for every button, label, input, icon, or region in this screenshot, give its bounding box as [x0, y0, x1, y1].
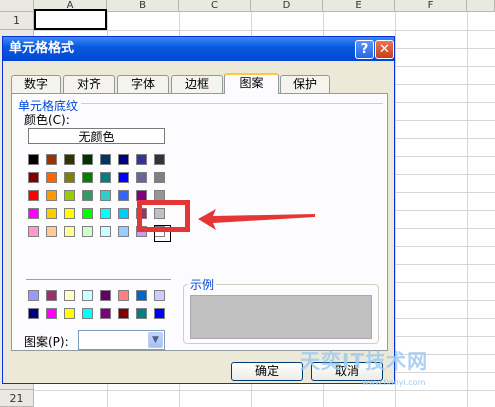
- chart-color-swatch[interactable]: [82, 308, 93, 319]
- color-swatch[interactable]: [64, 226, 75, 237]
- chart-color-swatch[interactable]: [46, 308, 57, 319]
- tab-alignment[interactable]: 对齐: [63, 75, 115, 93]
- chart-color-swatch[interactable]: [154, 308, 165, 319]
- tab-border[interactable]: 边框: [171, 75, 223, 93]
- chart-color-swatch[interactable]: [64, 290, 75, 301]
- chart-color-swatch[interactable]: [118, 308, 129, 319]
- color-swatch[interactable]: [28, 226, 39, 237]
- pattern-label: 图案(P):: [24, 335, 69, 349]
- column-header-c[interactable]: C: [179, 0, 251, 12]
- dialog-title: 单元格格式: [9, 41, 75, 56]
- red-arrow-annotation: [198, 209, 315, 230]
- sample-group: [183, 284, 379, 344]
- color-label: 颜色(C):: [24, 113, 70, 127]
- tab-patterns[interactable]: 图案: [224, 73, 279, 94]
- chart-color-swatch[interactable]: [28, 290, 39, 301]
- chart-color-swatch[interactable]: [154, 290, 165, 301]
- color-swatch[interactable]: [118, 154, 129, 165]
- tab-number[interactable]: 数字: [11, 75, 61, 93]
- color-swatch[interactable]: [28, 190, 39, 201]
- selected-color-highlight-box: [137, 200, 190, 232]
- color-swatch[interactable]: [136, 154, 147, 165]
- watermark-text: 天奕IT技术网: [300, 349, 429, 373]
- chart-color-swatch[interactable]: [64, 308, 75, 319]
- close-button[interactable]: ✕: [375, 40, 394, 59]
- chevron-down-icon[interactable]: ▼: [148, 332, 163, 348]
- color-swatch[interactable]: [100, 208, 111, 219]
- column-header-f[interactable]: F: [395, 0, 467, 12]
- color-swatch[interactable]: [64, 172, 75, 183]
- column-header-d[interactable]: D: [251, 0, 323, 12]
- color-swatch[interactable]: [82, 226, 93, 237]
- color-swatch[interactable]: [100, 172, 111, 183]
- color-swatch[interactable]: [64, 190, 75, 201]
- color-swatch[interactable]: [118, 208, 129, 219]
- chart-color-swatch[interactable]: [118, 290, 129, 301]
- chart-color-swatch[interactable]: [46, 290, 57, 301]
- pattern-dropdown[interactable]: ▼: [78, 330, 165, 350]
- chart-color-swatch[interactable]: [100, 308, 111, 319]
- color-swatch[interactable]: [118, 226, 129, 237]
- color-swatch[interactable]: [28, 154, 39, 165]
- chart-color-swatch[interactable]: [136, 290, 147, 301]
- color-swatch[interactable]: [154, 172, 165, 183]
- color-swatch[interactable]: [46, 172, 57, 183]
- dialog-title-bar[interactable]: 单元格格式: [3, 37, 394, 61]
- color-swatch[interactable]: [136, 172, 147, 183]
- color-swatch[interactable]: [82, 172, 93, 183]
- color-swatch[interactable]: [64, 154, 75, 165]
- column-header-partial[interactable]: [467, 0, 495, 12]
- color-swatch[interactable]: [100, 154, 111, 165]
- tab-font[interactable]: 字体: [117, 75, 169, 93]
- sample-preview: [190, 295, 372, 339]
- tab-protection[interactable]: 保护: [280, 75, 330, 93]
- column-header-b[interactable]: B: [107, 0, 179, 12]
- grid-line: [34, 30, 495, 31]
- color-swatch[interactable]: [28, 172, 39, 183]
- select-all-corner[interactable]: [0, 0, 34, 12]
- color-swatch[interactable]: [46, 208, 57, 219]
- chart-color-swatch[interactable]: [28, 308, 39, 319]
- color-swatch[interactable]: [46, 190, 57, 201]
- chart-color-swatch[interactable]: [100, 290, 111, 301]
- chart-color-swatch[interactable]: [82, 290, 93, 301]
- no-color-button[interactable]: 无颜色: [28, 128, 165, 144]
- palette-separator: [26, 279, 171, 280]
- color-swatch[interactable]: [46, 226, 57, 237]
- help-button[interactable]: ?: [355, 40, 374, 59]
- row-header-1[interactable]: 1: [0, 12, 34, 30]
- red-arrow-shape: [198, 209, 315, 230]
- grid-line: [34, 390, 495, 391]
- color-swatch[interactable]: [46, 154, 57, 165]
- color-swatch[interactable]: [100, 226, 111, 237]
- color-swatch[interactable]: [118, 190, 129, 201]
- watermark-subtext: www.tianyi.com: [362, 378, 426, 387]
- color-swatch[interactable]: [82, 190, 93, 201]
- row-header-21[interactable]: 21: [0, 390, 34, 407]
- color-swatch[interactable]: [82, 154, 93, 165]
- color-swatch[interactable]: [100, 190, 111, 201]
- chart-color-swatch[interactable]: [136, 308, 147, 319]
- ok-button[interactable]: 确定: [231, 362, 303, 381]
- color-swatch[interactable]: [64, 208, 75, 219]
- column-header-e[interactable]: E: [323, 0, 395, 12]
- active-cell-a1[interactable]: [34, 9, 107, 30]
- sample-label: 示例: [188, 276, 217, 293]
- color-swatch[interactable]: [82, 208, 93, 219]
- color-swatch[interactable]: [28, 208, 39, 219]
- color-swatch[interactable]: [118, 172, 129, 183]
- color-swatch[interactable]: [154, 154, 165, 165]
